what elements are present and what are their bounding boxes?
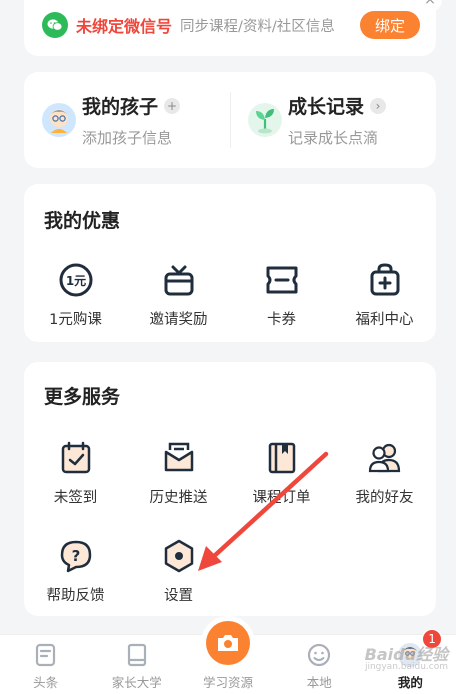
book-icon	[123, 641, 151, 669]
close-icon[interactable]: ×	[418, 0, 442, 12]
add-kid-icon[interactable]: +	[164, 97, 181, 114]
smile-icon	[305, 641, 333, 669]
sprout-icon	[248, 103, 282, 137]
my-offers-card: 我的优惠 1元 1元购课 邀请奖励 卡券 福利中心	[24, 184, 436, 342]
service-settings[interactable]: 设置	[127, 536, 230, 605]
chevron-right-icon: ›	[370, 97, 387, 114]
wechat-bind-banner: 未绑定微信号 同步课程/资料/社区信息 绑定 ×	[24, 0, 442, 56]
offer-label: 卡券	[267, 312, 296, 328]
service-help-feedback[interactable]: ? 帮助反馈	[24, 536, 127, 605]
gift-icon	[159, 260, 199, 300]
service-label: 设置	[164, 588, 193, 604]
service-label: 历史推送	[149, 490, 208, 506]
watermark-url: jingyan.baidu.com	[364, 662, 448, 672]
tab-local[interactable]: 本地	[274, 635, 365, 694]
service-my-friends[interactable]: 我的好友	[333, 438, 436, 507]
help-bubble-icon: ?	[56, 536, 96, 576]
settings-hex-icon	[159, 536, 199, 576]
tab-label: 家长大学	[111, 675, 162, 690]
wechat-banner-description: 同步课程/资料/社区信息	[180, 18, 335, 35]
offer-invite-reward[interactable]: 邀请奖励	[127, 260, 230, 329]
service-label: 我的好友	[355, 490, 414, 506]
book-order-icon	[262, 438, 302, 478]
more-services-card: 更多服务 未签到 历史推送 课程订单 我的好友 ? 帮助反馈 设置	[24, 362, 436, 616]
offer-coupons[interactable]: 卡券	[230, 260, 333, 329]
tab-label: 我的	[397, 675, 423, 690]
offer-one-yuan-course[interactable]: 1元 1元购课	[24, 260, 127, 329]
camera-icon	[206, 621, 250, 665]
wechat-banner-title: 未绑定微信号	[76, 17, 173, 36]
tab-learning-resources[interactable]: 学习资源	[182, 621, 273, 694]
bind-wechat-button[interactable]: 绑定	[360, 11, 420, 39]
profile-row: 我的孩子 + 添加孩子信息 成长记录 › 记录成长点滴	[24, 72, 436, 168]
service-label: 课程订单	[252, 490, 311, 506]
one-yuan-coin-icon: 1元	[56, 260, 96, 300]
offer-label: 邀请奖励	[149, 312, 208, 328]
service-course-orders[interactable]: 课程订单	[230, 438, 333, 507]
tab-parent-university[interactable]: 家长大学	[91, 635, 182, 694]
offer-welfare-center[interactable]: 福利中心	[333, 260, 436, 329]
service-push-history[interactable]: 历史推送	[127, 438, 230, 507]
offer-label: 福利中心	[355, 312, 414, 328]
growth-record-title: 成长记录	[288, 96, 365, 118]
offer-label: 1元购课	[49, 312, 102, 328]
tab-label: 学习资源	[203, 675, 254, 690]
my-kids-entry[interactable]: 我的孩子 + 添加孩子信息	[24, 72, 230, 168]
one-yuan-glyph: 1元	[65, 274, 85, 288]
help-glyph: ?	[71, 547, 80, 565]
tab-label: 头条	[33, 675, 59, 690]
friends-icon	[365, 438, 405, 478]
my-offers-title: 我的优惠	[44, 210, 121, 232]
ticket-icon	[262, 260, 302, 300]
kid-avatar-icon	[42, 103, 76, 137]
service-label: 未签到	[53, 490, 98, 506]
growth-record-subtitle: 记录成长点滴	[288, 129, 379, 147]
envelope-icon	[159, 438, 199, 478]
more-services-title: 更多服务	[44, 386, 121, 408]
tab-label: 本地	[306, 675, 332, 690]
service-label: 帮助反馈	[46, 588, 105, 604]
tab-headline[interactable]: 头条	[0, 635, 91, 694]
my-kids-subtitle: 添加孩子信息	[82, 129, 173, 147]
calendar-check-icon	[56, 438, 96, 478]
welfare-bag-icon	[365, 260, 405, 300]
growth-record-entry[interactable]: 成长记录 › 记录成长点滴	[230, 72, 436, 168]
headline-icon	[32, 641, 60, 669]
service-checkin[interactable]: 未签到	[24, 438, 127, 507]
my-kids-title: 我的孩子	[82, 96, 159, 118]
wechat-icon	[42, 12, 68, 38]
